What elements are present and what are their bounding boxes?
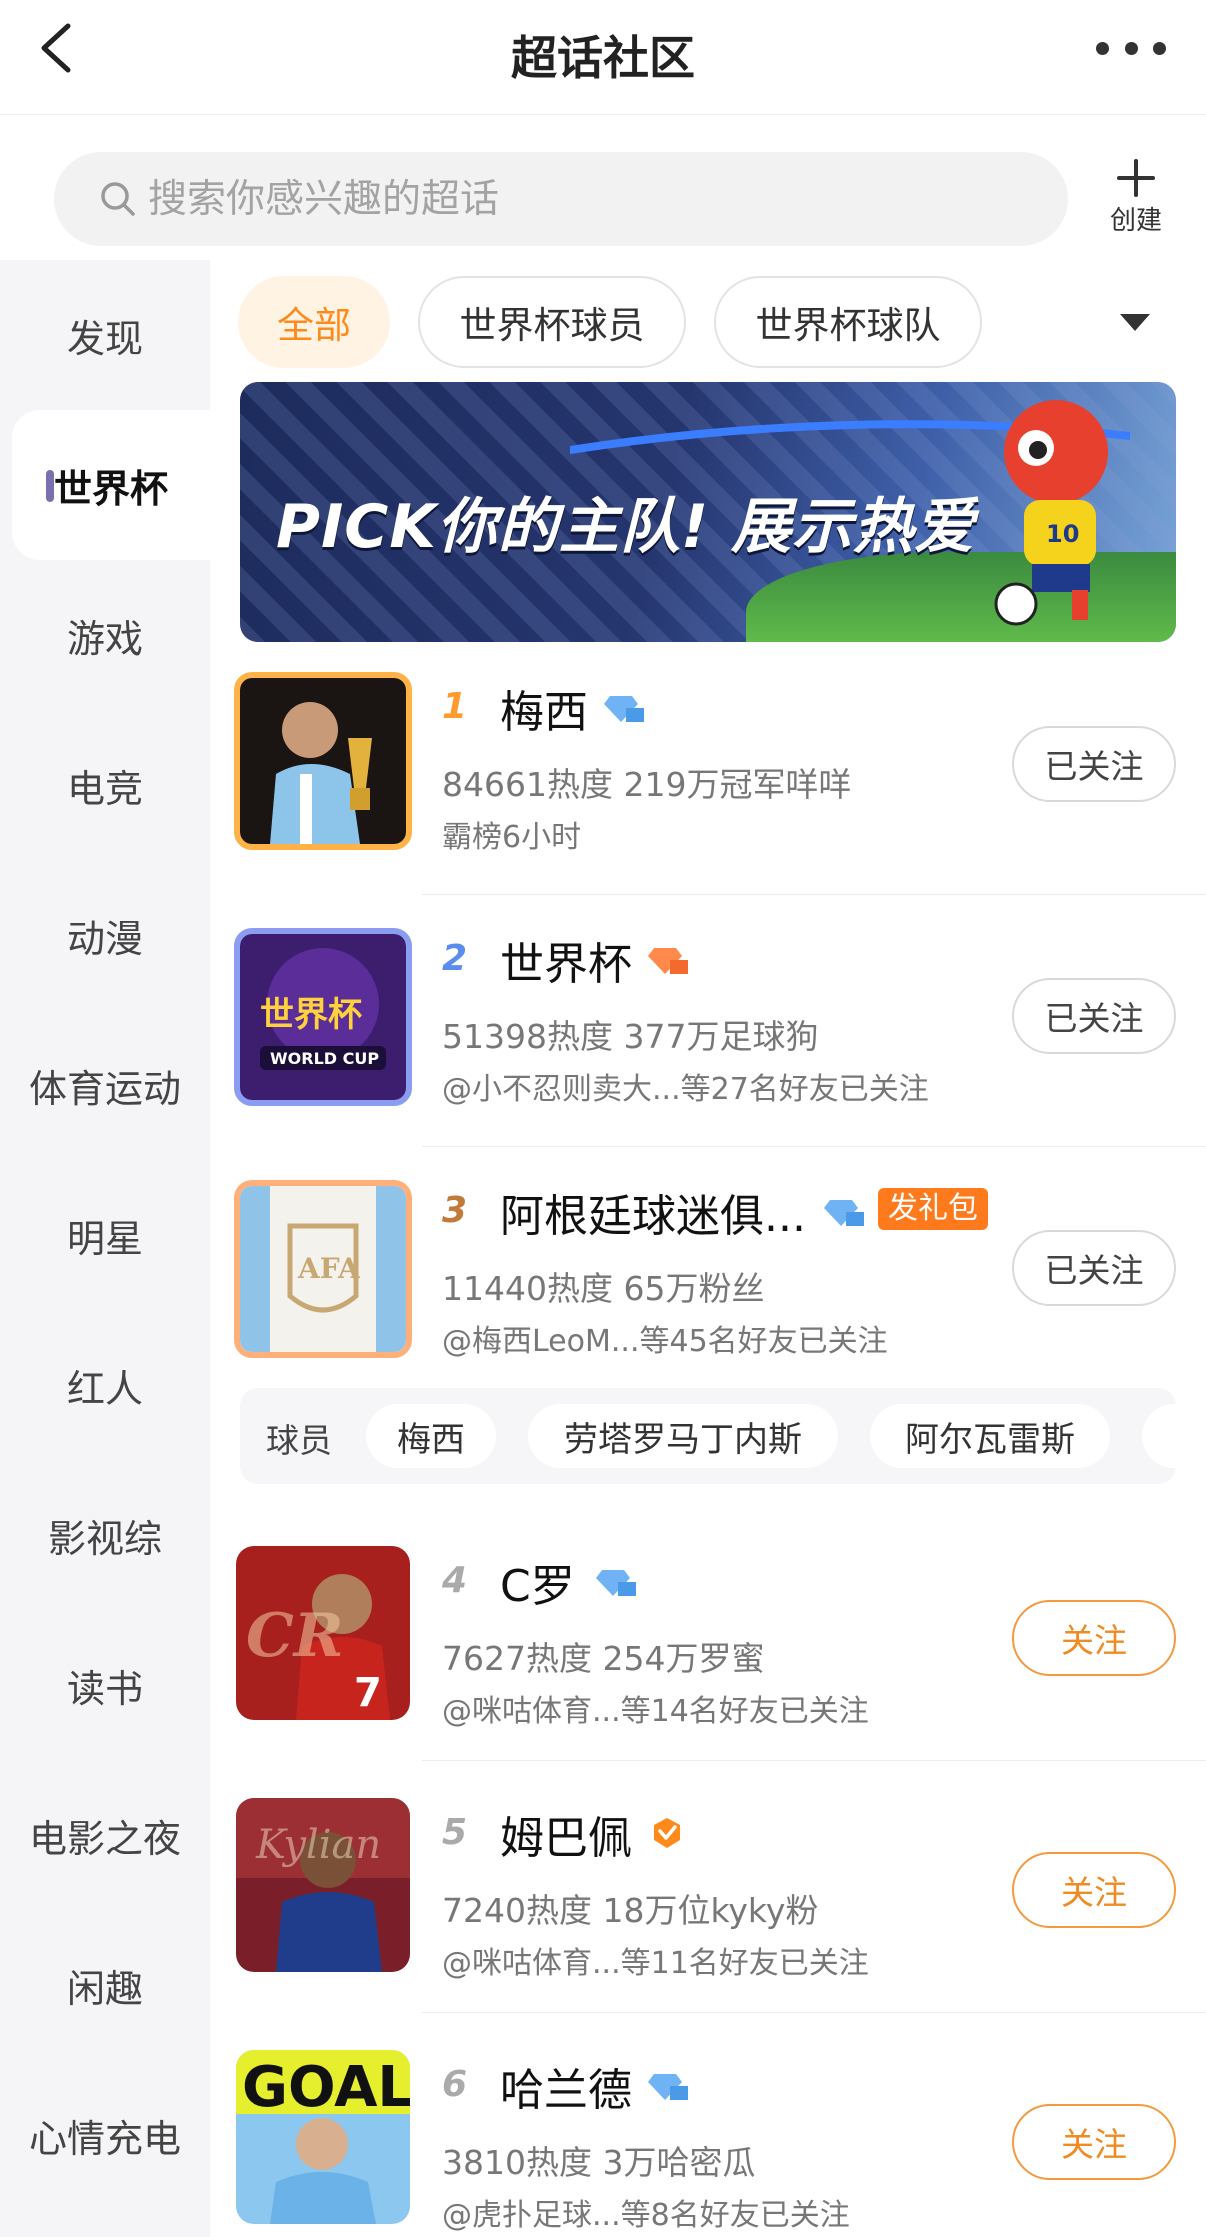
gift-badge[interactable]: 发礼包	[878, 1188, 988, 1230]
topic-sub: @小不忍则卖大...等27名好友已关注	[442, 1072, 929, 1107]
create-button[interactable]: 创建	[1104, 158, 1168, 237]
search-bar[interactable]	[54, 152, 1068, 246]
list-item[interactable]: GOAL! 6 哈兰德 3810热度 3万哈密瓜 @虎扑足球...等8名好友已关…	[230, 2050, 1206, 2237]
orange-verified-icon	[654, 1818, 680, 1848]
topic-sub: @咪咕体育...等11名好友已关注	[442, 1946, 869, 1981]
topic-meta: 7627热度 254万罗蜜	[442, 1639, 765, 1678]
sidebar-item-influencers[interactable]: 红人	[0, 1310, 210, 1460]
filter-chips: 全部 世界杯球员 世界杯球队	[238, 276, 1178, 368]
plus-icon	[1117, 159, 1155, 197]
list-item[interactable]: 1 梅西 84661热度 219万冠军咩咩 霸榜6小时 已关注	[230, 672, 1206, 895]
rank-number: 1	[442, 686, 468, 727]
tag-chip[interactable]: 梅西	[366, 1404, 496, 1468]
list-item[interactable]: CR 7 4 C罗 7627热度 254万罗蜜 @咪咕体育...等14名好友已关…	[230, 1546, 1206, 1761]
follow-button[interactable]: 关注	[1012, 2104, 1176, 2180]
sidebar-item-discover[interactable]: 发现	[0, 260, 210, 410]
sidebar-item-sports[interactable]: 体育运动	[0, 1010, 210, 1160]
list-item[interactable]: AFA 3 阿根廷球迷俱... 发礼包 11440热度 65万粉丝 @梅西Leo…	[230, 1176, 1206, 1366]
topic-meta: 84661热度 219万冠军咩咩	[442, 765, 852, 804]
sidebar-item-film-tv[interactable]: 影视综	[0, 1460, 210, 1610]
sidebar-item-mood[interactable]: 心情充电	[0, 2060, 210, 2210]
topic-meta: 11440热度 65万粉丝	[442, 1269, 765, 1308]
top-bar: 超话社区	[0, 0, 1206, 115]
sidebar-item-games[interactable]: 游戏	[0, 560, 210, 710]
tag-row-label: 球员	[266, 1421, 332, 1460]
ronaldo-thumbnail: CR 7	[236, 1546, 410, 1720]
sidebar-item-esports[interactable]: 电竞	[0, 710, 210, 860]
page-title: 超话社区	[511, 31, 695, 85]
search-input[interactable]	[148, 176, 1008, 222]
topic-sub: @咪咕体育...等14名好友已关注	[442, 1694, 869, 1729]
tag-chip[interactable]: 劳塔罗马丁内斯	[528, 1404, 838, 1468]
followed-button[interactable]: 已关注	[1012, 726, 1176, 802]
argentina-thumbnail: AFA	[234, 1180, 412, 1358]
search-icon	[101, 182, 135, 216]
topic-meta: 7240热度 18万位kyky粉	[442, 1891, 819, 1930]
banner-text: PICK你的主队! 展示热爱	[276, 492, 976, 562]
chip-all[interactable]: 全部	[238, 276, 390, 368]
sidebar-item-leisure[interactable]: 闲趣	[0, 1910, 210, 2060]
topic-sub: 霸榜6小时	[442, 820, 582, 855]
expand-triangle-icon[interactable]	[1120, 314, 1150, 331]
topic-name: 哈兰德	[500, 2065, 632, 2116]
topic-sub: @梅西LeoM...等45名好友已关注	[442, 1324, 888, 1359]
orange-diamond-icon	[648, 948, 688, 974]
topic-sub: @虎扑足球...等8名好友已关注	[442, 2198, 850, 2233]
svg-text:7: 7	[354, 1670, 382, 1716]
sidebar-item-anime[interactable]: 动漫	[0, 860, 210, 1010]
list-item[interactable]: 世界杯 WORLD CUP 2 世界杯 51398热度 377万足球狗 @小不忍…	[230, 924, 1206, 1147]
svg-text:AFA: AFA	[297, 1252, 361, 1285]
row-divider	[422, 894, 1206, 895]
sidebar-item-stars[interactable]: 明星	[0, 1160, 210, 1310]
topic-name: 世界杯	[500, 939, 632, 990]
row-divider	[422, 1760, 1206, 1761]
svg-text:Kylian: Kylian	[255, 1822, 381, 1868]
svg-text:GOAL!: GOAL!	[242, 2055, 410, 2120]
topic-name: 梅西	[500, 687, 588, 738]
rank-number: 5	[442, 1812, 468, 1853]
player-tag-row: 球员 梅西 劳塔罗马丁内斯 阿尔瓦雷斯	[240, 1388, 1176, 1484]
rank-number: 3	[442, 1190, 468, 1231]
more-options-icon[interactable]	[1096, 28, 1166, 68]
sidebar-item-worldcup[interactable]: 世界杯	[12, 410, 210, 560]
followed-button[interactable]: 已关注	[1012, 1230, 1176, 1306]
mbappe-thumbnail: Kylian	[236, 1798, 410, 1972]
topic-meta: 51398热度 377万足球狗	[442, 1017, 819, 1056]
messi-thumbnail	[234, 672, 412, 850]
rank-number: 2	[442, 938, 468, 979]
sidebar-item-movie-night[interactable]: 电影之夜	[0, 1760, 210, 1910]
create-label: 创建	[1109, 206, 1162, 236]
category-sidebar: 发现 世界杯 游戏 电竞 动漫 体育运动 明星 红人 影视综 读书 电影之夜 闲…	[0, 260, 210, 2237]
rank-number: 6	[442, 2064, 468, 2105]
svg-text:WORLD CUP: WORLD CUP	[270, 1049, 379, 1068]
haaland-thumbnail: GOAL!	[236, 2050, 410, 2224]
list-item[interactable]: Kylian 5 姆巴佩 7240热度 18万位kyky粉 @咪咕体育...等1…	[230, 1798, 1206, 2013]
mascot-icon: 10	[994, 400, 1108, 626]
row-divider	[422, 1146, 1206, 1147]
promo-banner[interactable]: PICK你的主队! 展示热爱 10	[240, 382, 1176, 642]
follow-button[interactable]: 关注	[1012, 1600, 1176, 1676]
chip-worldcup-teams[interactable]: 世界杯球队	[714, 276, 982, 368]
blue-diamond-icon	[824, 1200, 864, 1226]
svg-text:10: 10	[1046, 520, 1079, 548]
worldcup-thumbnail: 世界杯 WORLD CUP	[234, 928, 412, 1106]
blue-diamond-icon	[596, 1570, 636, 1596]
rank-number: 4	[442, 1560, 468, 1601]
chip-worldcup-players[interactable]: 世界杯球员	[418, 276, 686, 368]
follow-button[interactable]: 关注	[1012, 1852, 1176, 1928]
svg-text:CR: CR	[246, 1601, 344, 1671]
svg-text:世界杯: 世界杯	[260, 995, 362, 1035]
blue-diamond-icon	[648, 2074, 688, 2100]
topic-name: 阿根廷球迷俱...	[500, 1191, 806, 1242]
blue-diamond-icon	[604, 696, 644, 722]
tag-chip[interactable]: 阿尔瓦雷斯	[870, 1404, 1110, 1468]
followed-button[interactable]: 已关注	[1012, 978, 1176, 1054]
topic-meta: 3810热度 3万哈密瓜	[442, 2143, 756, 2182]
tag-chip-overflow[interactable]	[1142, 1404, 1176, 1468]
row-divider	[422, 2012, 1206, 2013]
sidebar-item-books[interactable]: 读书	[0, 1610, 210, 1760]
topic-name: C罗	[500, 1561, 575, 1612]
topic-name: 姆巴佩	[500, 1813, 632, 1864]
